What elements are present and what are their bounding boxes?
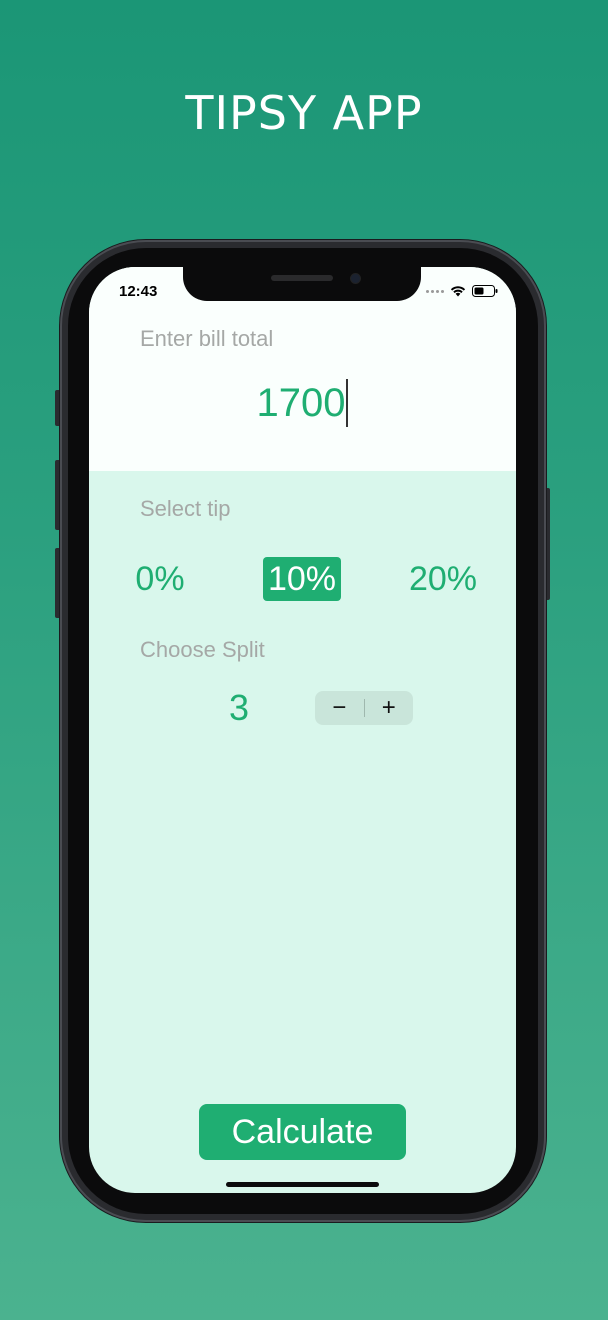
text-caret: [346, 379, 349, 427]
home-indicator: [226, 1182, 379, 1187]
page-title: TIPSY APP: [185, 86, 423, 140]
bill-label: Enter bill total: [140, 326, 274, 351]
battery-icon: [472, 285, 498, 297]
split-label: Choose Split: [140, 637, 265, 662]
split-value: 3: [228, 687, 250, 728]
app-screen: 12:43 Enter bill total 1700 Select tip 0…: [89, 267, 516, 1193]
tip-option-20[interactable]: 20%: [403, 557, 483, 601]
bill-input[interactable]: 1700: [89, 379, 516, 427]
calculate-button[interactable]: Calculate: [199, 1104, 406, 1160]
status-time: 12:43: [119, 283, 158, 300]
status-icons: [426, 285, 498, 297]
camera-icon: [351, 274, 360, 283]
speaker-grille: [271, 275, 333, 281]
split-stepper: − +: [315, 691, 413, 725]
tip-label: Select tip: [140, 496, 231, 521]
wifi-icon: [450, 286, 466, 297]
increment-button[interactable]: +: [365, 691, 414, 725]
notch: [183, 267, 421, 301]
tip-option-0[interactable]: 0%: [127, 557, 193, 601]
tip-option-10-selected[interactable]: 10%: [263, 557, 341, 601]
decrement-button[interactable]: −: [315, 691, 364, 725]
cellular-signal-icon: [426, 289, 444, 293]
bill-value: 1700: [256, 381, 346, 425]
